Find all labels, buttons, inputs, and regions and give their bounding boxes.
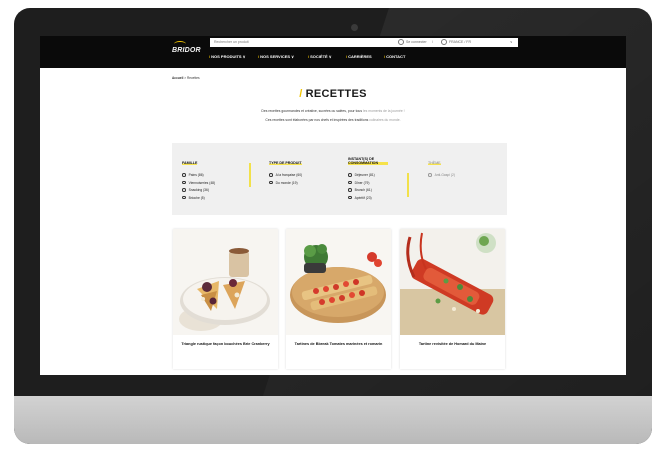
filter-title: INSTANT(S) DE CONSOMMATION	[348, 156, 388, 166]
filter-scrollbar[interactable]	[407, 173, 409, 197]
recipe-card[interactable]: Triangle rustique façon bouchées Brie Cr…	[173, 229, 278, 369]
radio-icon[interactable]	[269, 173, 273, 177]
filter-option[interactable]: Viennoiseries (48)	[182, 180, 215, 188]
breadcrumb: Accueil > Recettes	[172, 76, 200, 80]
filter-option[interactable]: Pains (86)	[182, 172, 215, 180]
radio-icon[interactable]	[348, 195, 352, 200]
recipe-card[interactable]: Tartines de Bbreak Tomates marinées et r…	[286, 229, 391, 369]
radio-icon[interactable]	[348, 188, 352, 192]
recipe-title[interactable]: Tartines de Bbreak Tomates marinées et r…	[290, 342, 387, 348]
recipe-image-brie-triangle	[173, 229, 278, 335]
user-icon	[398, 39, 404, 46]
nav-item-services[interactable]: /NOS SERVICES ∨	[258, 53, 294, 61]
filter-scrollbar[interactable]	[249, 163, 251, 187]
recipe-card[interactable]: Tartine revisitée de Homard du Maine	[400, 229, 505, 369]
breadcrumb-home[interactable]: Accueil	[172, 76, 183, 80]
search-input[interactable]: Rechercher un produit	[210, 38, 518, 47]
recipe-title[interactable]: Triangle rustique façon bouchées Brie Cr…	[177, 342, 274, 348]
website-viewport: BRIDOR Rechercher un produit Se connecte…	[40, 36, 626, 375]
recipe-title[interactable]: Tartine revisitée de Homard du Maine	[404, 342, 501, 348]
locale-chevron-down-icon[interactable]: ∨	[510, 38, 513, 47]
radio-icon[interactable]	[182, 180, 186, 185]
login-label: Se connecter	[406, 40, 427, 44]
nav-item-careers[interactable]: /CARRIÈRES	[346, 53, 372, 61]
filter-option[interactable]: Snacking (36)	[182, 187, 215, 195]
site-header: BRIDOR Rechercher un produit Se connecte…	[40, 36, 626, 68]
radio-icon[interactable]	[182, 188, 186, 192]
radio-icon[interactable]	[269, 180, 273, 185]
filter-option[interactable]: Brunch (61)	[348, 187, 388, 195]
filter-title: TYPE DE PRODUIT	[269, 161, 302, 166]
radio-icon[interactable]	[182, 173, 186, 177]
monitor-frame: BRIDOR Rechercher un produit Se connecte…	[14, 8, 652, 444]
radio-icon[interactable]	[182, 195, 186, 200]
filter-option[interactable]: Anti-Gaspi (2)	[428, 172, 455, 180]
login-link[interactable]: Se connecter	[398, 38, 427, 47]
page-title: / RECETTES	[299, 88, 367, 100]
nav-item-products[interactable]: /NOS PRODUITS ∨	[209, 53, 246, 61]
util-separator: /	[432, 40, 433, 44]
filter-option[interactable]: Apéritif (23)	[348, 195, 388, 203]
filter-option[interactable]: Brioche (5)	[182, 195, 215, 203]
monitor-chin	[14, 396, 652, 444]
locale-label: FRANCE / FR	[449, 40, 471, 44]
radio-icon[interactable]	[348, 180, 352, 185]
filter-group-product-type: TYPE DE PRODUIT A la française (60) Du m…	[269, 151, 302, 187]
breadcrumb-current: Recettes	[187, 76, 200, 80]
recipe-image-lobster-tartine	[400, 229, 505, 335]
filter-group-theme: THÈME Anti-Gaspi (2)	[428, 151, 455, 180]
filter-option[interactable]: A la française (60)	[269, 172, 302, 180]
breadcrumb-separator: >	[184, 76, 187, 80]
intro-line-2: Ces recettes sont élaborées par nos chef…	[265, 118, 401, 122]
nav-item-company[interactable]: /SOCIÉTÉ ∨	[308, 53, 332, 61]
filter-group-family: FAMILLE Pains (86) Viennoiseries (48) Sn…	[182, 151, 215, 202]
webcam-dot	[351, 24, 358, 31]
locale-selector[interactable]: FRANCE / FR	[441, 38, 471, 47]
filter-title: FAMILLE	[182, 161, 198, 166]
intro-line-1: Des recettes gourmandes et créative, suc…	[261, 109, 405, 113]
globe-icon	[441, 39, 447, 46]
filter-option[interactable]: Du monde (19)	[269, 180, 302, 188]
nav-item-contact[interactable]: /CONTACT	[384, 53, 405, 61]
filter-option[interactable]: Dîner (79)	[348, 180, 388, 188]
filter-title: THÈME	[428, 161, 441, 166]
filter-group-moment: INSTANT(S) DE CONSOMMATION Déjeuner (81)…	[348, 151, 388, 202]
filter-panel: FAMILLE Pains (86) Viennoiseries (48) Sn…	[172, 143, 507, 215]
site-logo[interactable]: BRIDOR	[172, 47, 201, 54]
radio-icon[interactable]	[428, 173, 432, 177]
radio-icon[interactable]	[348, 173, 352, 177]
recipe-image-tomato-tartines	[286, 229, 391, 335]
filter-option[interactable]: Déjeuner (81)	[348, 172, 388, 180]
